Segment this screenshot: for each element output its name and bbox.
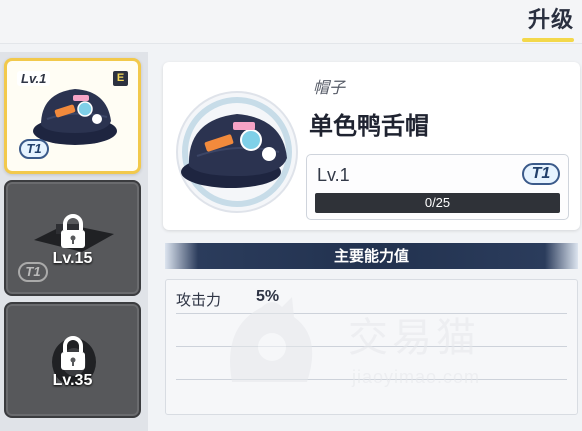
exp-progress-bar: 0/25 <box>315 193 560 213</box>
item-category: 帽子 <box>313 80 346 97</box>
cap-icon <box>176 91 298 213</box>
tier-badge: T1 <box>19 139 49 159</box>
stat-divider <box>176 313 567 314</box>
stats-panel: 攻击力 5% <box>165 279 578 415</box>
lock-icon <box>60 214 85 248</box>
tab-underline <box>522 38 574 42</box>
item-level: Lv.1 <box>317 165 350 185</box>
slot-selected-item[interactable]: Lv.1 E T1 <box>4 58 141 174</box>
slot-locked-lv15[interactable]: T1 Lv.15 <box>4 180 141 296</box>
upgrade-slot-list: Lv.1 E T1 T1 Lv.15 Lv.35 <box>0 52 148 431</box>
item-info-card: 帽子 单色鸭舌帽 Lv.1 T1 0/25 <box>163 62 580 230</box>
item-name: 单色鸭舌帽 <box>309 112 429 140</box>
unlock-level-label: Lv.35 <box>52 372 93 389</box>
level-panel: Lv.1 T1 0/25 <box>306 154 569 220</box>
exp-progress-text: 0/25 <box>424 195 451 210</box>
stat-divider <box>176 379 567 380</box>
section-title: 主要能力值 <box>333 247 409 265</box>
stat-name: 攻击力 <box>176 291 222 309</box>
top-header: 升级 <box>0 0 582 44</box>
slot-locked-lv35[interactable]: Lv.35 <box>4 302 141 418</box>
tier-badge: T1 <box>522 163 560 185</box>
lock-icon <box>60 336 85 370</box>
unlock-level-label: Lv.15 <box>52 250 93 267</box>
page-title: 升级 <box>527 8 574 33</box>
stat-value: 5% <box>256 288 280 305</box>
stat-divider <box>176 346 567 347</box>
stats-section-header: 主要能力值 <box>165 243 578 269</box>
